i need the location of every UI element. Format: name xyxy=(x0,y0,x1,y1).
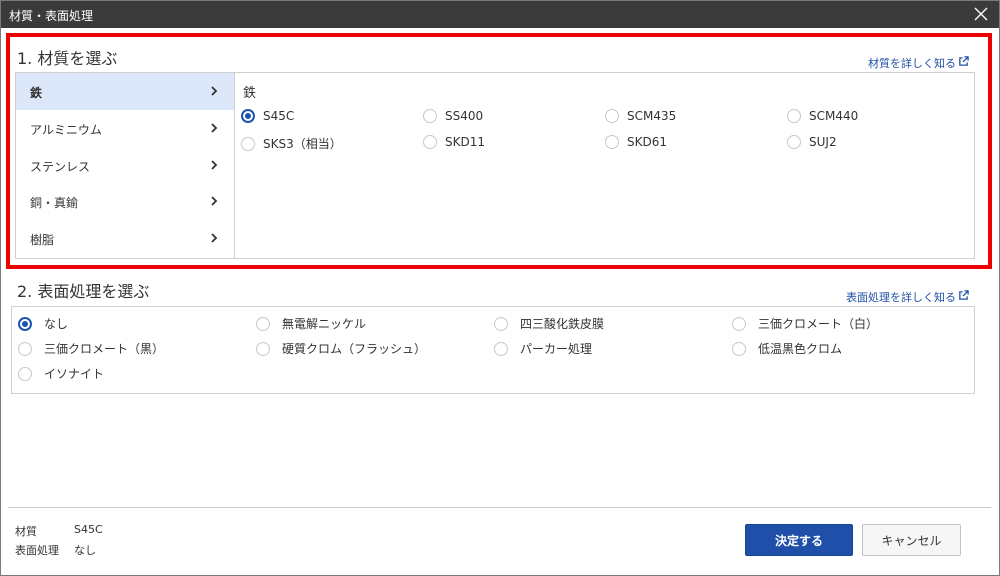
radio-button[interactable] xyxy=(256,316,270,331)
confirm-button[interactable]: 決定する xyxy=(745,524,853,556)
radio-button[interactable] xyxy=(787,109,801,123)
material-option-label: SCM440 xyxy=(809,109,859,123)
category-item-copper-brass[interactable]: 銅・真鍮 xyxy=(16,183,234,220)
summary-material-value: S45C xyxy=(74,523,103,536)
material-option-skd11[interactable]: SKD11 xyxy=(423,135,485,149)
chevron-right-icon xyxy=(211,86,218,96)
material-panel: 鉄 アルミニウム ステンレス 銅・真鍮 樹脂 鉄 S45C SS400 SCM4… xyxy=(15,72,975,259)
chevron-right-icon xyxy=(211,233,218,243)
material-option-label: SUJ2 xyxy=(809,135,837,149)
surface-option-black-oxide[interactable]: 四三酸化鉄皮膜 xyxy=(494,315,604,332)
radio-button[interactable] xyxy=(494,341,508,356)
dialog-title: 材質・表面処理 xyxy=(9,9,94,23)
material-option-skd61[interactable]: SKD61 xyxy=(605,135,667,149)
category-label: 鉄 xyxy=(30,86,43,100)
surface-option-none[interactable]: なし xyxy=(18,315,68,332)
material-surface-dialog: 材質・表面処理 1. 材質を選ぶ 材質を詳しく知る 鉄 アルミニウム ステンレス xyxy=(0,0,1000,576)
summary-material-label: 材質 xyxy=(15,525,37,538)
material-option-suj2[interactable]: SUJ2 xyxy=(787,135,837,149)
material-option-scm435[interactable]: SCM435 xyxy=(605,109,676,123)
summary-surface-label: 表面処理 xyxy=(15,544,59,557)
external-link-icon xyxy=(958,56,969,70)
material-category-list: 鉄 アルミニウム ステンレス 銅・真鍮 樹脂 xyxy=(16,73,235,258)
surface-option-electroless-nickel[interactable]: 無電解ニッケル xyxy=(256,315,366,332)
radio-button[interactable] xyxy=(732,316,746,331)
category-label: 銅・真鍮 xyxy=(30,196,79,210)
radio-button[interactable] xyxy=(423,135,437,149)
radio-button[interactable] xyxy=(241,109,255,123)
surface-option-label: 無電解ニッケル xyxy=(282,317,367,331)
surface-detail-link[interactable]: 表面処理を詳しく知る xyxy=(846,289,969,305)
surface-option-isonite[interactable]: イソナイト xyxy=(18,365,104,382)
chevron-right-icon xyxy=(211,123,218,133)
radio-button[interactable] xyxy=(18,366,32,381)
surface-option-trivalent-chromate-white[interactable]: 三価クロメート（白） xyxy=(732,315,878,332)
category-item-resin[interactable]: 樹脂 xyxy=(16,220,234,257)
surface-option-label: 四三酸化鉄皮膜 xyxy=(520,317,605,331)
material-option-label: SKD11 xyxy=(445,135,485,149)
surface-option-parkerizing[interactable]: パーカー処理 xyxy=(494,340,592,357)
selected-category-heading: 鉄 xyxy=(243,86,257,101)
surface-panel: なし 無電解ニッケル 四三酸化鉄皮膜 三価クロメート（白） 三価クロメート（黒）… xyxy=(11,306,975,394)
surface-section-title: 2. 表面処理を選ぶ xyxy=(17,282,150,301)
surface-option-label: 三価クロメート（黒） xyxy=(44,342,165,356)
material-detail-link[interactable]: 材質を詳しく知る xyxy=(868,55,969,71)
material-section-title: 1. 材質を選ぶ xyxy=(17,49,118,68)
radio-button[interactable] xyxy=(241,136,255,151)
surface-option-trivalent-chromate-black[interactable]: 三価クロメート（黒） xyxy=(18,340,164,357)
radio-button[interactable] xyxy=(256,341,270,356)
external-link-icon xyxy=(958,290,969,304)
radio-button[interactable] xyxy=(18,341,32,356)
radio-button[interactable] xyxy=(605,109,619,123)
summary-surface-value: なし xyxy=(74,544,96,557)
radio-button[interactable] xyxy=(423,109,437,123)
material-option-ss400[interactable]: SS400 xyxy=(423,109,483,123)
surface-option-label: パーカー処理 xyxy=(520,342,593,356)
category-item-iron[interactable]: 鉄 xyxy=(16,73,234,110)
surface-option-label: なし xyxy=(44,317,69,331)
material-option-s45c[interactable]: S45C xyxy=(241,109,294,123)
surface-option-label: 低温黒色クロム xyxy=(758,342,843,356)
surface-option-hard-chrome-flash[interactable]: 硬質クロム（フラッシュ） xyxy=(256,340,426,357)
material-option-label: SCM435 xyxy=(627,109,677,123)
category-label: アルミニウム xyxy=(30,123,102,137)
dialog-titlebar: 材質・表面処理 xyxy=(1,1,999,28)
category-item-aluminium[interactable]: アルミニウム xyxy=(16,110,234,147)
chevron-right-icon xyxy=(211,160,218,170)
chevron-right-icon xyxy=(211,196,218,206)
radio-button[interactable] xyxy=(18,316,32,331)
footer-divider xyxy=(8,507,991,508)
surface-option-label: イソナイト xyxy=(44,367,105,381)
material-option-label: SS400 xyxy=(445,109,484,123)
category-item-stainless[interactable]: ステンレス xyxy=(16,147,234,184)
material-detail-link-label: 材質を詳しく知る xyxy=(868,57,956,70)
surface-detail-link-label: 表面処理を詳しく知る xyxy=(846,291,956,304)
category-label: 樹脂 xyxy=(30,233,55,247)
radio-button[interactable] xyxy=(732,341,746,356)
surface-option-label: 三価クロメート（白） xyxy=(758,317,879,331)
material-option-sks3[interactable]: SKS3（相当） xyxy=(241,135,342,152)
radio-button[interactable] xyxy=(494,316,508,331)
cancel-button[interactable]: キャンセル xyxy=(862,524,961,556)
surface-option-low-temp-black-chrome[interactable]: 低温黒色クロム xyxy=(732,340,842,357)
radio-button[interactable] xyxy=(605,135,619,149)
material-option-label: SKS3（相当） xyxy=(263,137,342,151)
radio-button[interactable] xyxy=(787,135,801,149)
material-option-label: S45C xyxy=(263,109,295,123)
material-option-label: SKD61 xyxy=(627,135,667,149)
material-option-scm440[interactable]: SCM440 xyxy=(787,109,858,123)
surface-option-label: 硬質クロム（フラッシュ） xyxy=(282,342,427,356)
close-icon[interactable] xyxy=(971,4,991,24)
category-label: ステンレス xyxy=(30,160,91,174)
